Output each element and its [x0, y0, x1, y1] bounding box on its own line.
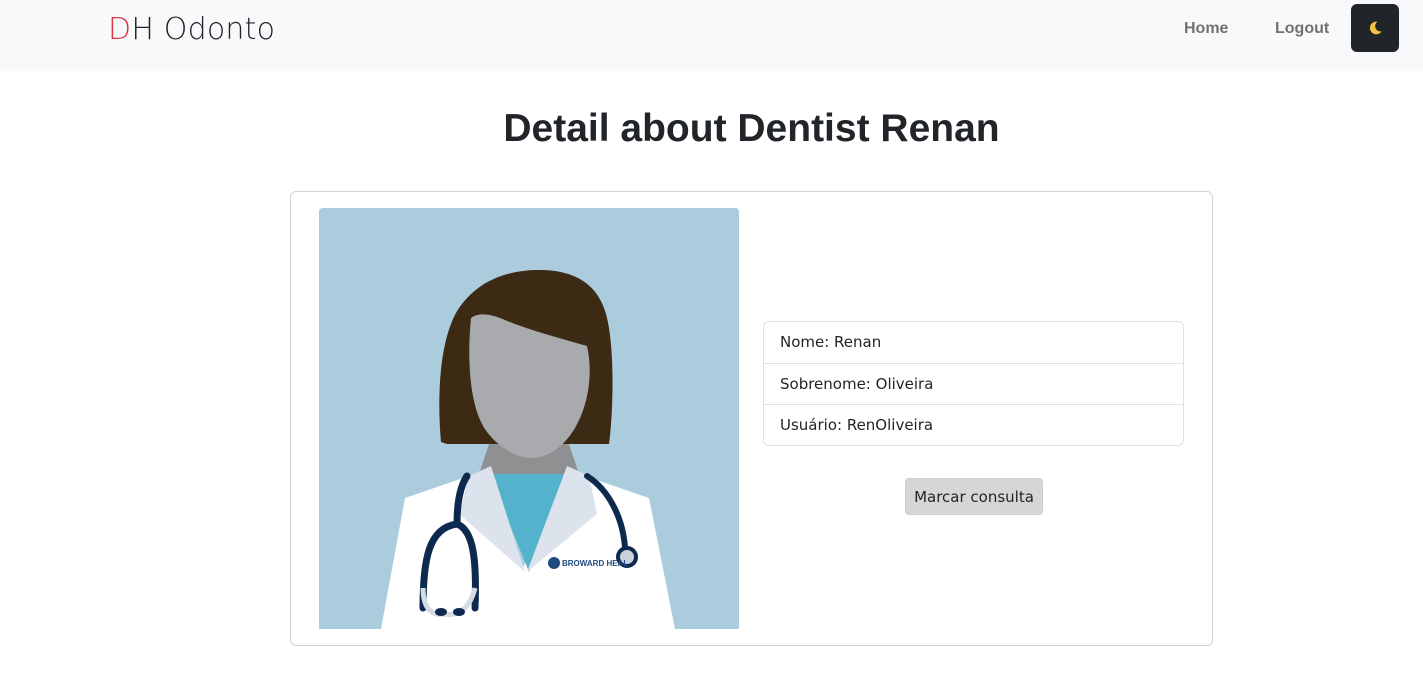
dentist-first-name: Nome: Renan	[780, 333, 882, 351]
nav-logout-link[interactable]: Logout	[1275, 19, 1329, 39]
brand-initial: D	[108, 12, 132, 47]
brand-logo[interactable]: DH Odonto	[108, 12, 275, 48]
schedule-appointment-button[interactable]: Marcar consulta	[905, 478, 1043, 515]
theme-toggle-button[interactable]	[1351, 4, 1399, 52]
dentist-avatar-image: BROWARD HEAL	[319, 208, 739, 629]
nav-home-link[interactable]: Home	[1184, 19, 1228, 39]
top-navbar: DH Odonto Home Logout	[0, 0, 1423, 71]
moon-icon	[1369, 21, 1382, 35]
dentist-last-name: Sobrenome: Oliveira	[764, 363, 1183, 404]
brand-name: H Odonto	[131, 12, 276, 47]
dentist-detail-card: BROWARD HEAL Nome: Renan Sobrenome: Oliv…	[290, 191, 1213, 646]
page-title: Detail about Dentist Renan	[503, 107, 1000, 150]
avatar-badge-text: BROWARD HEAL	[562, 559, 628, 568]
dentist-username: Usuário: RenOliveira	[764, 404, 1183, 445]
dentist-info-list: Nome: Renan Sobrenome: Oliveira Usuário:…	[763, 321, 1184, 446]
